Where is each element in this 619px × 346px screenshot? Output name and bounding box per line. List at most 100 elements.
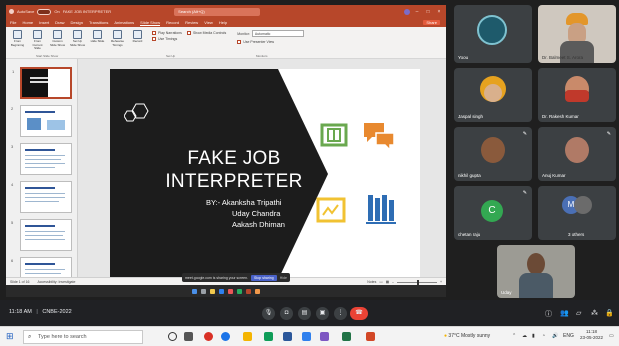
slide-thumbnail[interactable]: 2 [11, 105, 72, 137]
participant-tile[interactable]: Yoou [454, 5, 532, 63]
tab-file[interactable]: File [10, 20, 16, 25]
current-slide[interactable]: FAKE JOB INTERPRETER BY:- Akanksha Tripa… [110, 69, 420, 280]
monitor-select[interactable]: Automatic [251, 30, 304, 37]
slide-thumbnail[interactable]: 5 [11, 219, 72, 251]
volume-icon[interactable]: 🔊 [552, 333, 558, 339]
from-beginning-button[interactable]: From Beginning [10, 30, 25, 47]
taskbar-search-input[interactable]: ⌕ Type here to search [23, 330, 143, 344]
input-language[interactable]: ENG [563, 333, 574, 339]
from-current-slide-button[interactable]: From Current Slide [30, 30, 45, 51]
account-avatar[interactable] [404, 8, 410, 15]
present-icon: ▣ [319, 310, 326, 316]
battery-icon[interactable]: ▮ [532, 333, 535, 339]
participant-tile[interactable]: Dr. Rakesh Kumar [538, 68, 616, 122]
record-button[interactable]: Record [130, 30, 145, 44]
tab-draw[interactable]: Draw [55, 20, 64, 25]
tab-animations[interactable]: Animations [114, 20, 134, 25]
word-icon[interactable] [283, 332, 292, 341]
app-icon[interactable] [302, 332, 311, 341]
notifications-icon[interactable]: ▭ [609, 333, 614, 339]
tab-home[interactable]: Home [22, 20, 33, 25]
screen-share-notice: meet.google.com is sharing your screen. … [182, 273, 290, 282]
more-options-button[interactable]: ⋮ [334, 307, 347, 320]
captions-button[interactable]: ▤ [298, 307, 311, 320]
tab-help[interactable]: Help [219, 20, 227, 25]
notes-button[interactable]: Notes [367, 280, 376, 284]
zoom-in-icon[interactable]: + [440, 280, 442, 284]
wifi-icon[interactable]: ◔ [542, 333, 545, 339]
chat-icon[interactable]: ▱ [576, 309, 581, 317]
activities-icon[interactable]: ⁂ [591, 309, 598, 317]
tab-slide-show[interactable]: Slide Show [140, 20, 161, 26]
present-button[interactable]: ▣ [316, 307, 329, 320]
ppt-search-input[interactable]: Search (Alt+Q) [174, 7, 261, 16]
tab-record[interactable]: Record [166, 20, 179, 25]
zoom-slider[interactable] [396, 279, 437, 285]
hide-notice-button[interactable]: Hide [280, 276, 287, 280]
file-explorer-icon [210, 288, 215, 294]
people-icon[interactable]: 👥 [560, 309, 569, 317]
cortana-icon[interactable] [168, 332, 177, 341]
tab-transitions[interactable]: Transitions [89, 20, 108, 25]
setup-icon [73, 30, 82, 39]
edge-icon[interactable] [221, 332, 230, 341]
custom-slide-show-button[interactable]: Custom Slide Show [50, 30, 65, 47]
leave-call-button[interactable]: ☎ [350, 307, 368, 320]
camera-button[interactable]: ◘ [280, 307, 293, 320]
set-up-slide-show-button[interactable]: Set Up Slide Show [70, 30, 85, 47]
participant-tile[interactable]: Dr. Balmeet S. Arora [538, 5, 616, 63]
participant-tile[interactable]: ✎ Anuj Kumar [538, 127, 616, 181]
excel-icon[interactable] [342, 332, 351, 341]
close-icon[interactable]: × [435, 9, 443, 15]
show-media-controls-checkbox[interactable]: Show Media Controls [186, 31, 226, 35]
stop-sharing-button[interactable]: Stop sharing [251, 274, 277, 281]
tab-design[interactable]: Design [70, 20, 82, 25]
checkbox-icon [237, 40, 242, 44]
participant-tile[interactable]: ✎ nikhil gupta [454, 127, 532, 181]
task-view-icon[interactable] [184, 332, 193, 341]
slide-thumbnail[interactable]: 3 [11, 143, 72, 175]
share-notice-text: meet.google.com is sharing your screen. [185, 275, 249, 280]
network-icon[interactable]: ☁ [522, 333, 527, 339]
more-vert-icon: ⋮ [337, 310, 344, 316]
ppt-share-button[interactable]: Share [423, 20, 440, 25]
zoom-out-icon[interactable]: – [392, 280, 394, 284]
participant-tile[interactable]: Uday [497, 245, 575, 298]
participant-tile[interactable]: Jaspal singh [454, 68, 532, 122]
acrobat-icon[interactable] [366, 332, 375, 341]
chrome-icon[interactable] [204, 332, 213, 341]
rehearse-timings-button[interactable]: Rehearse Timings [110, 30, 125, 47]
weather-icon: ● [444, 333, 448, 339]
autosave-toggle[interactable] [37, 8, 52, 15]
use-timings-checkbox[interactable]: Use Timings [152, 37, 182, 41]
microphone-button[interactable]: 🎙 [262, 307, 275, 320]
ppt-menu-tabs: File Home Insert Draw Design Transitions… [6, 18, 446, 27]
tab-view[interactable]: View [204, 20, 213, 25]
play-icon [33, 30, 42, 39]
system-clock[interactable]: 11:18 23-05-2022 [580, 329, 603, 341]
presenter-view-checkbox[interactable]: Use Presenter View [237, 40, 304, 44]
tab-insert[interactable]: Insert [39, 20, 49, 25]
file-explorer-icon[interactable] [243, 332, 252, 341]
minimize-icon[interactable]: – [413, 9, 421, 15]
tray-chevron-icon[interactable]: ⌃ [512, 333, 516, 339]
slide-thumbnail[interactable]: 1 [12, 67, 72, 99]
hide-slide-button[interactable]: Hide Slide [90, 30, 105, 44]
accessibility-status[interactable]: Accessibility: Investigate [37, 280, 75, 284]
slide-thumbnail[interactable]: 4 [11, 181, 72, 213]
host-controls-icon[interactable]: 🔒 [605, 309, 614, 317]
ribbon: From Beginning From Current Slide Custom… [6, 27, 446, 59]
normal-view-icon[interactable]: ▭ [379, 280, 382, 284]
maximize-icon[interactable]: □ [424, 9, 432, 15]
app-icon [228, 288, 233, 294]
weather-widget[interactable]: ● 37°C Mostly sunny [444, 333, 490, 339]
windows-start-icon[interactable]: ⊞ [6, 331, 14, 342]
info-icon[interactable]: ⓘ [545, 309, 552, 319]
app-icon[interactable] [320, 332, 329, 341]
participant-tile[interactable]: M 3 others [538, 186, 616, 240]
sorter-view-icon[interactable]: ▦ [386, 280, 389, 284]
participant-tile[interactable]: ✎ C chetan raju [454, 186, 532, 240]
store-icon[interactable] [264, 332, 273, 341]
play-narrations-checkbox[interactable]: Play Narrations [152, 31, 182, 35]
tab-review[interactable]: Review [185, 20, 198, 25]
